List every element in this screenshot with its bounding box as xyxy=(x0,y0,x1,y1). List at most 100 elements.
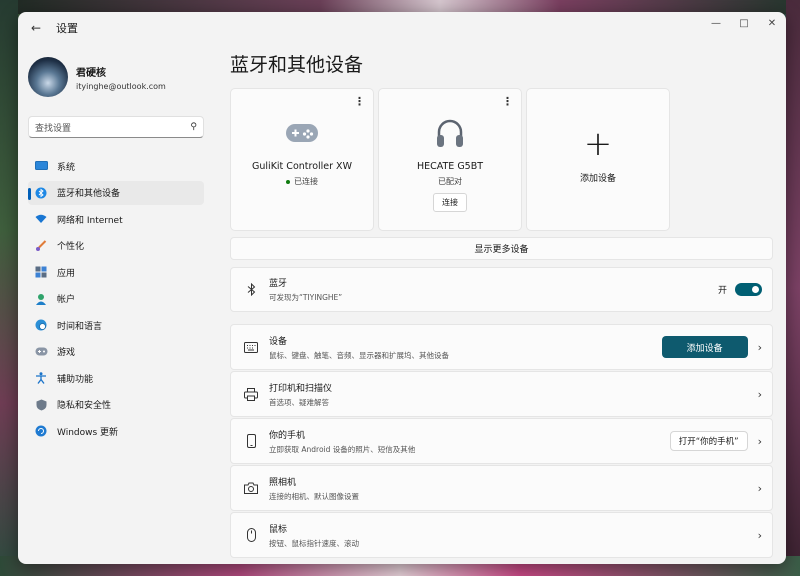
sidebar-item-apps[interactable]: 应用 xyxy=(28,260,204,284)
sidebar-item-label: 系统 xyxy=(57,162,76,173)
connect-button[interactable]: 连接 xyxy=(433,193,467,212)
keyboard-icon xyxy=(243,341,259,353)
sidebar-nav: 系统 蓝牙和其他设备 网络和 Internet 个性化 应用 帐户 时间和语言 … xyxy=(18,154,218,443)
window-controls: — □ ✕ xyxy=(702,12,786,34)
add-device-card[interactable]: + 添加设备 xyxy=(526,88,670,231)
app-title: 设置 xyxy=(56,22,78,35)
sidebar-item-time-language[interactable]: 时间和语言 xyxy=(28,313,204,337)
wifi-icon xyxy=(34,212,48,226)
phone-icon xyxy=(243,434,259,448)
back-button[interactable]: ← xyxy=(24,16,48,40)
device-status: 已连接 xyxy=(286,176,318,187)
row-title: 打印机和扫描仪 xyxy=(269,383,333,394)
title-bar: ← 设置 — □ ✕ xyxy=(18,12,786,44)
sidebar-item-privacy[interactable]: 隐私和安全性 xyxy=(28,393,204,417)
row-title: 照相机 xyxy=(269,477,297,488)
settings-window: ← 设置 — □ ✕ 君硬核 ityinghe@outlook.com 查找设置… xyxy=(18,12,786,564)
bluetooth-icon xyxy=(243,283,259,296)
close-icon: ✕ xyxy=(767,17,777,29)
more-options-icon[interactable]: ⋮ xyxy=(502,95,513,108)
row-subtitle: 立即获取 Android 设备的照片、短信及其他 xyxy=(269,444,416,454)
row-title: 设备 xyxy=(269,336,288,347)
search-input[interactable]: 查找设置 ⚲ xyxy=(28,116,204,138)
device-status-text: 已配对 xyxy=(438,177,462,186)
your-phone-row[interactable]: 你的手机 立即获取 Android 设备的照片、短信及其他 打开“你的手机” › xyxy=(230,418,773,464)
minimize-icon: — xyxy=(711,17,721,29)
headphones-icon xyxy=(435,115,465,151)
apps-icon xyxy=(34,265,48,279)
toggle-state-label: 开 xyxy=(717,286,727,296)
back-arrow-icon: ← xyxy=(30,21,42,35)
add-device-button[interactable]: 添加设备 xyxy=(661,336,748,358)
maximize-button[interactable]: □ xyxy=(730,12,758,34)
sidebar-item-label: 帐户 xyxy=(57,295,76,305)
sidebar-item-system[interactable]: 系统 xyxy=(28,154,204,178)
close-button[interactable]: ✕ xyxy=(758,12,786,34)
device-card[interactable]: ⋮ HECATE G5BT 已配对 连接 xyxy=(378,88,522,231)
sidebar-item-network[interactable]: 网络和 Internet xyxy=(28,207,204,231)
connected-dot-icon xyxy=(286,179,290,184)
accessibility-icon xyxy=(34,371,48,385)
maximize-icon: □ xyxy=(739,17,749,29)
chevron-right-icon: › xyxy=(757,528,762,542)
sidebar-item-bluetooth[interactable]: 蓝牙和其他设备 xyxy=(28,180,204,205)
brush-icon xyxy=(34,239,48,253)
monitor-icon xyxy=(34,159,48,173)
globe-clock-icon xyxy=(34,318,48,332)
row-title: 鼠标 xyxy=(269,524,288,535)
printers-row[interactable]: 打印机和扫描仪 首选项、疑难解答 › xyxy=(230,371,773,417)
sidebar-item-personalization[interactable]: 个性化 xyxy=(28,234,204,258)
search-icon[interactable]: ⚲ xyxy=(190,122,197,132)
device-status: 已配对 xyxy=(438,176,462,187)
wallpaper xyxy=(786,0,800,576)
sidebar: 君硬核 ityinghe@outlook.com 查找设置 ⚲ 系统 蓝牙和其他… xyxy=(18,44,218,564)
chevron-right-icon: › xyxy=(757,340,762,354)
sidebar-item-accessibility[interactable]: 辅助功能 xyxy=(28,366,204,390)
bluetooth-icon xyxy=(34,186,48,200)
chevron-right-icon: › xyxy=(757,387,762,401)
row-subtitle: 首选项、疑难解答 xyxy=(269,397,329,407)
camera-icon xyxy=(243,482,259,494)
chevron-right-icon: › xyxy=(757,434,762,448)
plus-icon: + xyxy=(583,124,613,164)
mouse-icon xyxy=(243,528,259,542)
wallpaper xyxy=(0,0,18,576)
sidebar-item-label: Windows 更新 xyxy=(57,427,119,438)
sidebar-item-label: 网络和 Internet xyxy=(57,215,123,226)
devices-row[interactable]: 设备 鼠标、键盘、触笔、音频、显示器和扩展坞、其他设备 添加设备 › xyxy=(230,324,773,370)
sidebar-item-label: 蓝牙和其他设备 xyxy=(57,189,121,199)
sidebar-item-windows-update[interactable]: Windows 更新 xyxy=(28,419,204,443)
row-subtitle: 鼠标、键盘、触笔、音频、显示器和扩展坞、其他设备 xyxy=(269,350,449,360)
row-subtitle: 按钮、鼠标指针速度、滚动 xyxy=(269,538,359,548)
device-name: GuliKit Controller XW xyxy=(252,161,352,172)
main-content: 蓝牙和其他设备 ⋮ GuliKit Controller XW 已连接 ⋮ HE… xyxy=(230,44,775,564)
row-subtitle: 可发现为“TIYINGHE” xyxy=(269,293,343,302)
gamepad-icon xyxy=(285,115,319,151)
more-options-icon[interactable]: ⋮ xyxy=(354,95,365,108)
bluetooth-toggle[interactable] xyxy=(735,283,762,296)
chevron-right-icon: › xyxy=(757,481,762,495)
device-cards: ⋮ GuliKit Controller XW 已连接 ⋮ HECATE G5B… xyxy=(230,88,775,231)
sidebar-item-accounts[interactable]: 帐户 xyxy=(28,287,204,311)
device-name: HECATE G5BT xyxy=(416,161,484,172)
search-placeholder: 查找设置 xyxy=(35,123,72,134)
sidebar-item-label: 游戏 xyxy=(57,348,76,358)
account-icon xyxy=(34,292,48,306)
row-subtitle: 连接的相机、默认图像设置 xyxy=(269,491,359,501)
page-title: 蓝牙和其他设备 xyxy=(230,54,364,76)
sidebar-item-gaming[interactable]: 游戏 xyxy=(28,340,204,364)
device-status-text: 已连接 xyxy=(294,177,318,186)
sidebar-item-label: 个性化 xyxy=(57,242,85,252)
mouse-row[interactable]: 鼠标 按钮、鼠标指针速度、滚动 › xyxy=(230,512,773,558)
minimize-button[interactable]: — xyxy=(702,12,730,34)
shield-icon xyxy=(34,398,48,412)
camera-row[interactable]: 照相机 连接的相机、默认图像设置 › xyxy=(230,465,773,511)
device-card[interactable]: ⋮ GuliKit Controller XW 已连接 xyxy=(230,88,374,231)
profile-email: ityinghe@outlook.com xyxy=(76,81,166,91)
sidebar-item-label: 应用 xyxy=(57,268,76,279)
show-more-devices-button[interactable]: 显示更多设备 xyxy=(230,237,773,260)
open-your-phone-button[interactable]: 打开“你的手机” xyxy=(669,431,748,451)
sidebar-item-label: 时间和语言 xyxy=(57,321,103,332)
profile[interactable]: 君硬核 ityinghe@outlook.com xyxy=(18,44,218,104)
profile-name: 君硬核 xyxy=(76,67,106,79)
